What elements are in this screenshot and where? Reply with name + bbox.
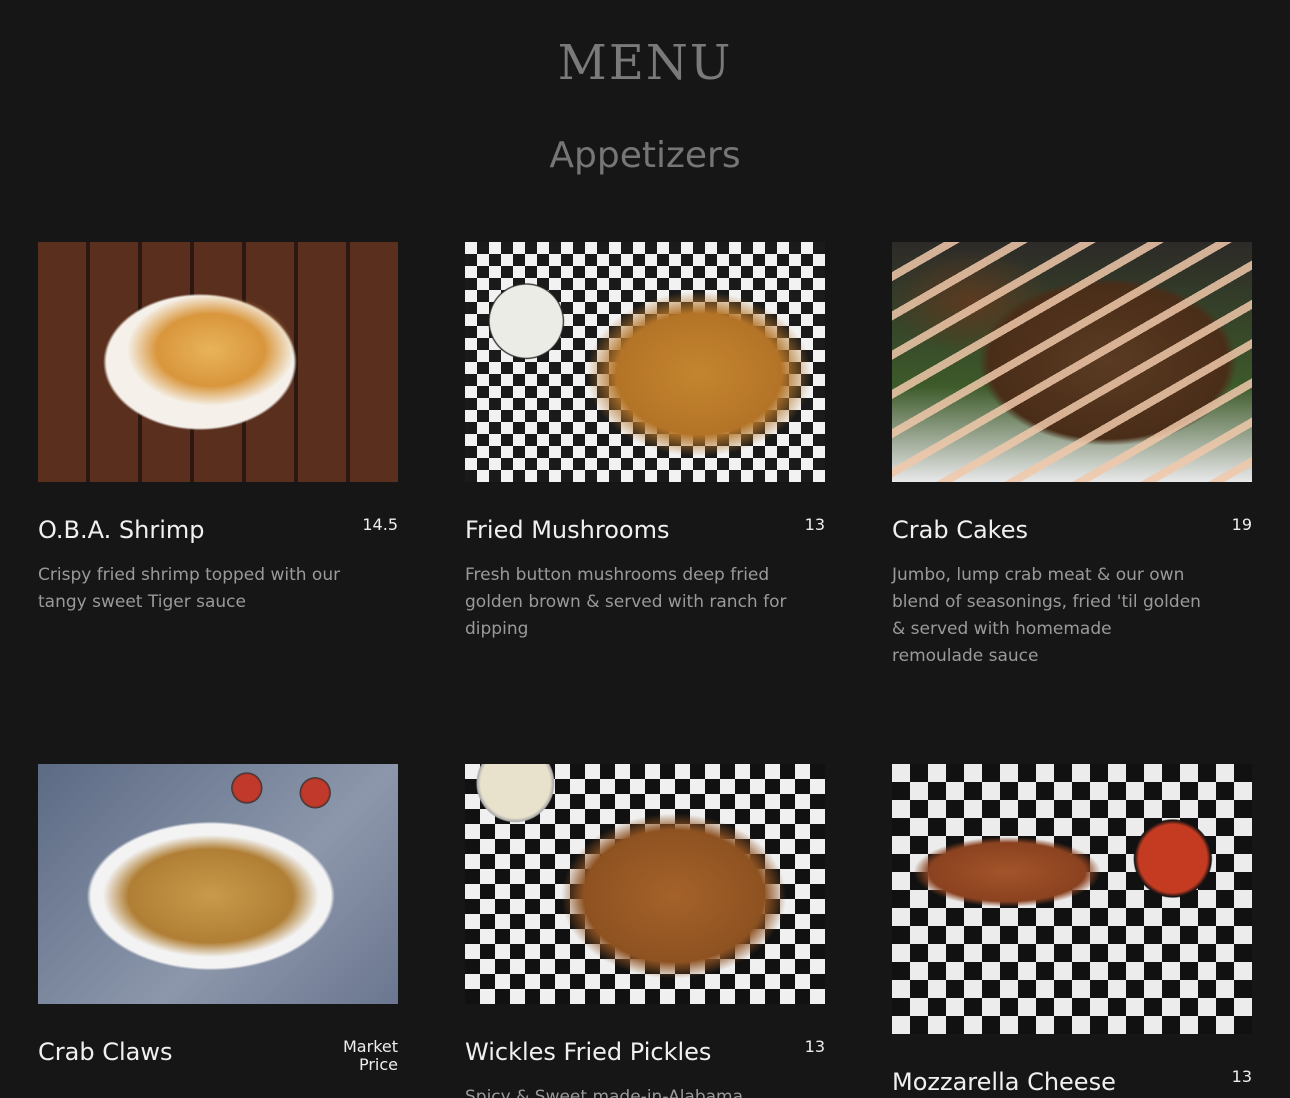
menu-item-card[interactable]: Fried Mushrooms 13 Fresh button mushroom… bbox=[465, 242, 825, 643]
menu-item-name: Crab Cakes bbox=[892, 516, 1028, 544]
fried-pickles-photo bbox=[465, 764, 825, 1004]
menu-item-description: Fresh button mushrooms deep fried golden… bbox=[465, 565, 787, 639]
menu-item-price-line: Market bbox=[343, 1037, 398, 1056]
crab-cakes-photo bbox=[892, 242, 1252, 482]
menu-item-header: Wickles Fried Pickles 13 bbox=[465, 1036, 825, 1068]
fried-mushrooms-photo bbox=[465, 242, 825, 482]
menu-item-description: Spicy & Sweet made-in-Alabama bbox=[465, 1087, 744, 1098]
menu-item-header: Crab Cakes 19 bbox=[892, 514, 1252, 546]
menu-item-card[interactable]: O.B.A. Shrimp 14.5 Crispy fried shrimp t… bbox=[38, 242, 398, 616]
menu-item-card[interactable]: Wickles Fried Pickles 13 Spicy & Sweet m… bbox=[465, 764, 825, 1098]
menu-item-header: Mozzarella Cheese 13 bbox=[892, 1066, 1252, 1098]
menu-item-name: Mozzarella Cheese bbox=[892, 1068, 1116, 1096]
menu-item-price: 19 bbox=[1231, 515, 1252, 534]
menu-item-name: Fried Mushrooms bbox=[465, 516, 670, 544]
menu-item-price: 14.5 bbox=[362, 515, 398, 534]
menu-title: MENU bbox=[557, 35, 733, 91]
section-title-appetizers: Appetizers bbox=[549, 135, 741, 176]
menu-item-header: Crab Claws Market Price bbox=[38, 1036, 398, 1074]
fried-shrimp-photo bbox=[38, 242, 398, 482]
menu-item-name: O.B.A. Shrimp bbox=[38, 516, 205, 544]
menu-item-header: O.B.A. Shrimp 14.5 bbox=[38, 514, 398, 546]
crab-claws-photo bbox=[38, 764, 398, 1004]
menu-page: MENU Appetizers O.B.A. Shrimp 14.5 Crisp… bbox=[0, 0, 1290, 1098]
menu-item-description: Crispy fried shrimp topped with our tang… bbox=[38, 565, 341, 612]
menu-item-card[interactable]: Crab Cakes 19 Jumbo, lump crab meat & ou… bbox=[892, 242, 1252, 670]
menu-item-header: Fried Mushrooms 13 bbox=[465, 514, 825, 546]
menu-item-name: Wickles Fried Pickles bbox=[465, 1038, 712, 1066]
mozzarella-sticks-photo bbox=[892, 764, 1252, 1034]
menu-item-card[interactable]: Mozzarella Cheese 13 bbox=[892, 764, 1252, 1098]
menu-item-name: Crab Claws bbox=[38, 1038, 173, 1066]
menu-item-price: 13 bbox=[1231, 1067, 1252, 1086]
menu-item-card[interactable]: Crab Claws Market Price bbox=[38, 764, 398, 1074]
menu-item-price: 13 bbox=[804, 515, 825, 534]
menu-item-price-line: Price bbox=[358, 1055, 398, 1074]
menu-item-description: Jumbo, lump crab meat & our own blend of… bbox=[892, 565, 1201, 666]
menu-item-price: 13 bbox=[804, 1037, 825, 1056]
menu-item-price: Market Price bbox=[308, 1038, 398, 1074]
